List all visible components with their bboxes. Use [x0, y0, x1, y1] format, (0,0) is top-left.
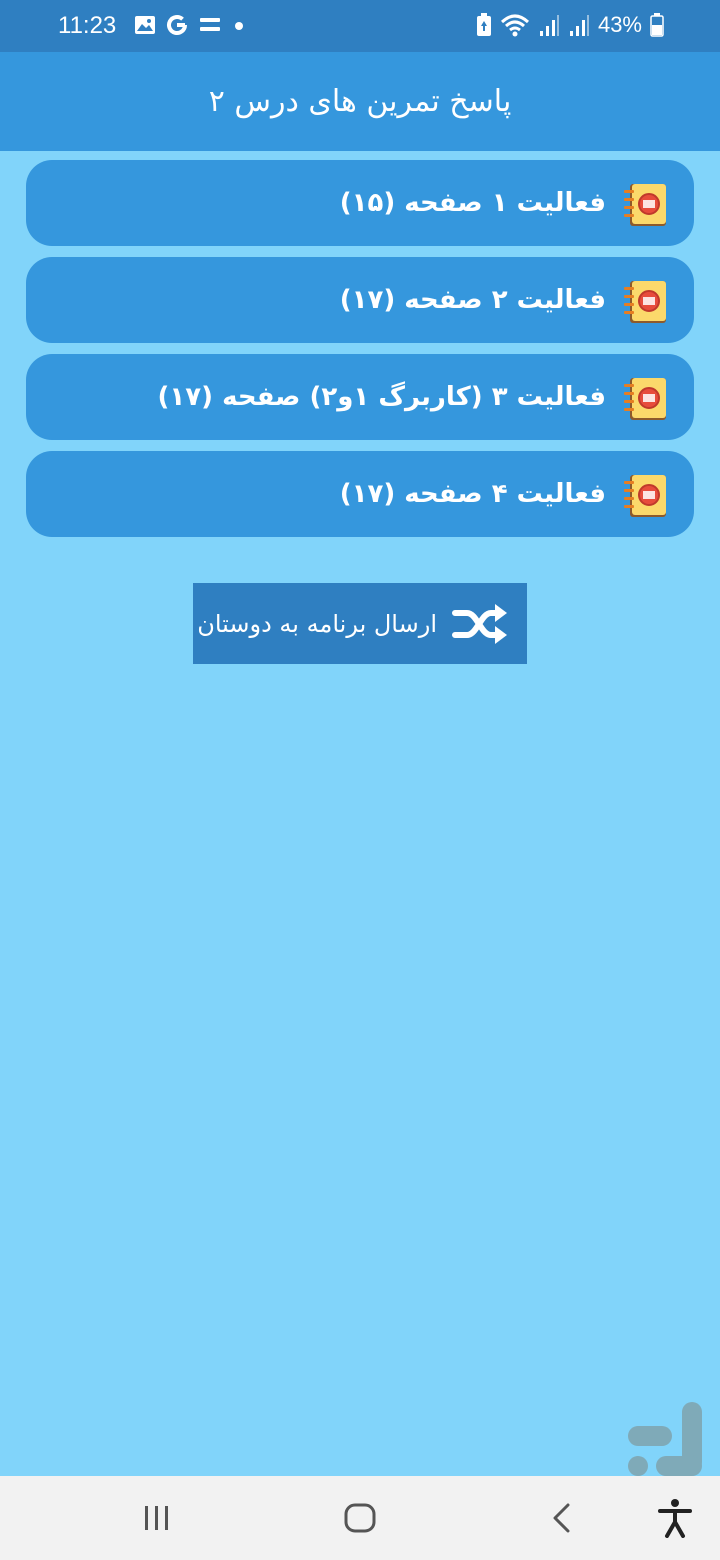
- battery-saver-icon: [476, 13, 491, 36]
- list-item-label: فعالیت ۳ (کاربرگ ۱و۲) صفحه (۱۷): [157, 382, 606, 412]
- back-icon[interactable]: [550, 1502, 574, 1534]
- shuffle-icon: [452, 603, 507, 644]
- google-icon: [167, 15, 187, 35]
- equals-icon: [200, 18, 220, 31]
- battery-icon: [650, 13, 664, 37]
- app-bar: پاسخ تمرین های درس ۲: [0, 52, 720, 151]
- signal-icon: [539, 15, 559, 36]
- notebook-icon: [624, 475, 666, 517]
- list-item-activity-4[interactable]: فعالیت ۴ صفحه (۱۷): [26, 451, 694, 537]
- system-nav-bar: [0, 1476, 720, 1560]
- list-item-activity-3[interactable]: فعالیت ۳ (کاربرگ ۱و۲) صفحه (۱۷): [26, 354, 694, 440]
- notebook-icon: [624, 378, 666, 420]
- status-bar: 11:23 43%: [0, 0, 720, 52]
- list-item-label: فعالیت ۱ صفحه (۱۵): [339, 188, 606, 218]
- status-time: 11:23: [58, 12, 117, 39]
- recents-icon[interactable]: [142, 1504, 172, 1532]
- accessibility-icon[interactable]: [656, 1498, 694, 1538]
- activity-list: فعالیت ۱ صفحه (۱۵) فعالیت ۲ صفحه (۱۷) فع…: [26, 160, 694, 548]
- list-item-activity-2[interactable]: فعالیت ۲ صفحه (۱۷): [26, 257, 694, 343]
- signal-icon: [569, 15, 589, 36]
- home-icon[interactable]: [343, 1502, 377, 1534]
- status-notification-icons: [134, 14, 246, 36]
- share-app-label: ارسال برنامه به دوستان: [197, 609, 437, 638]
- wifi-icon: [500, 14, 529, 37]
- notebook-icon: [624, 184, 666, 226]
- image-icon: [135, 16, 155, 34]
- notebook-icon: [624, 281, 666, 323]
- page-title: پاسخ تمرین های درس ۲: [208, 84, 512, 119]
- share-app-button[interactable]: ارسال برنامه به دوستان: [193, 583, 527, 664]
- dot-icon: [235, 22, 243, 30]
- status-system-icons: 43%: [476, 12, 664, 38]
- list-item-label: فعالیت ۴ صفحه (۱۷): [339, 479, 606, 509]
- list-item-activity-1[interactable]: فعالیت ۱ صفحه (۱۵): [26, 160, 694, 246]
- list-item-label: فعالیت ۲ صفحه (۱۷): [339, 285, 606, 315]
- battery-percentage: 43%: [597, 12, 642, 37]
